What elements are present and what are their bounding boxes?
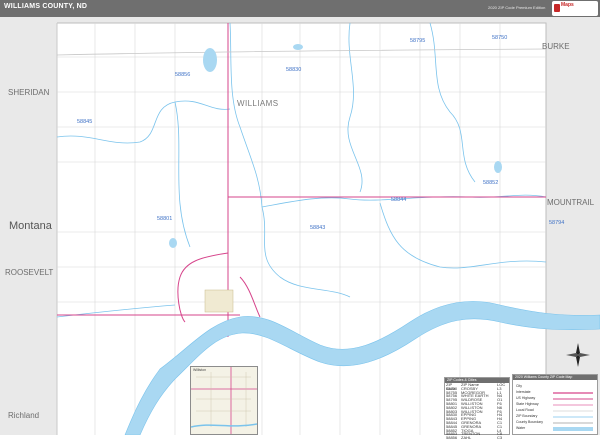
legend-item-state-highway: State Highway <box>516 402 539 406</box>
compass-rose-icon <box>566 343 590 367</box>
publisher-logo: Maps <box>552 1 598 16</box>
title-bar: WILLIAMS COUNTY, ND 2020 ZIP Code Premiu… <box>0 0 600 17</box>
zip-58830[interactable]: 58830 <box>286 67 301 73</box>
williston-city-area[interactable] <box>204 289 234 313</box>
legend-item-county-boundary: County Boundary <box>516 420 544 424</box>
map-legend: 2020 Williams County ZIP Code Map City I… <box>512 374 598 435</box>
neighbor-label-richland: Richland <box>8 411 40 420</box>
williston-inset[interactable]: Williston <box>190 366 258 435</box>
inset-map <box>190 367 258 434</box>
legend-item-interstate: Interstate <box>516 390 531 394</box>
zip-58794[interactable]: 58794 <box>549 220 564 226</box>
neighbor-label-burke: BURKE <box>542 42 570 51</box>
legend-item-city: City <box>516 384 523 388</box>
inset-label: Williston <box>193 368 207 372</box>
zip-58845[interactable]: 58845 <box>77 119 92 125</box>
legend-swatches <box>553 392 593 431</box>
neighbor-label-sheridan: SHERIDAN <box>8 88 50 97</box>
logo-text: Maps <box>561 2 574 8</box>
zip-58795[interactable]: 58795 <box>410 38 425 44</box>
legend-item-local-road: Local Road <box>516 408 534 412</box>
edition-text: 2020 ZIP Code Premium Edition <box>488 5 546 10</box>
map-legend-header: 2020 Williams County ZIP Code Map <box>513 375 597 380</box>
zip-58801[interactable]: 58801 <box>157 216 172 222</box>
zip-58843[interactable]: 58843 <box>310 225 325 231</box>
county-label: WILLIAMS <box>237 99 279 108</box>
zip-58750[interactable]: 58750 <box>492 35 507 41</box>
zip-58856[interactable]: 58856 <box>175 72 190 78</box>
map-frame: WILLIAMS COUNTY, ND 2020 ZIP Code Premiu… <box>0 0 600 440</box>
neighbor-label-montana: Montana <box>9 220 52 232</box>
map-title: WILLIAMS COUNTY, ND <box>4 3 88 10</box>
map-pin-icon <box>554 4 560 12</box>
neighbor-label-mountrail: MOUNTRAIL <box>547 198 595 207</box>
county-map[interactable] <box>0 17 600 435</box>
county-area <box>57 23 546 435</box>
legend-item-zip-boundary: ZIP Boundary <box>516 414 538 418</box>
table-row: 58856 ZAHL C3 <box>446 435 503 440</box>
neighbor-label-roosevelt: ROOSEVELT <box>5 268 54 277</box>
legend-item-water: Water <box>516 426 526 430</box>
zip-58844[interactable]: 58844 <box>391 197 406 203</box>
legend-item-us-highway: US Highway <box>516 396 536 400</box>
zip-58852[interactable]: 58852 <box>483 180 498 186</box>
zip-code-table: ZIP Codes & Cities ZIP Code ZIP Name LOC… <box>444 377 510 440</box>
